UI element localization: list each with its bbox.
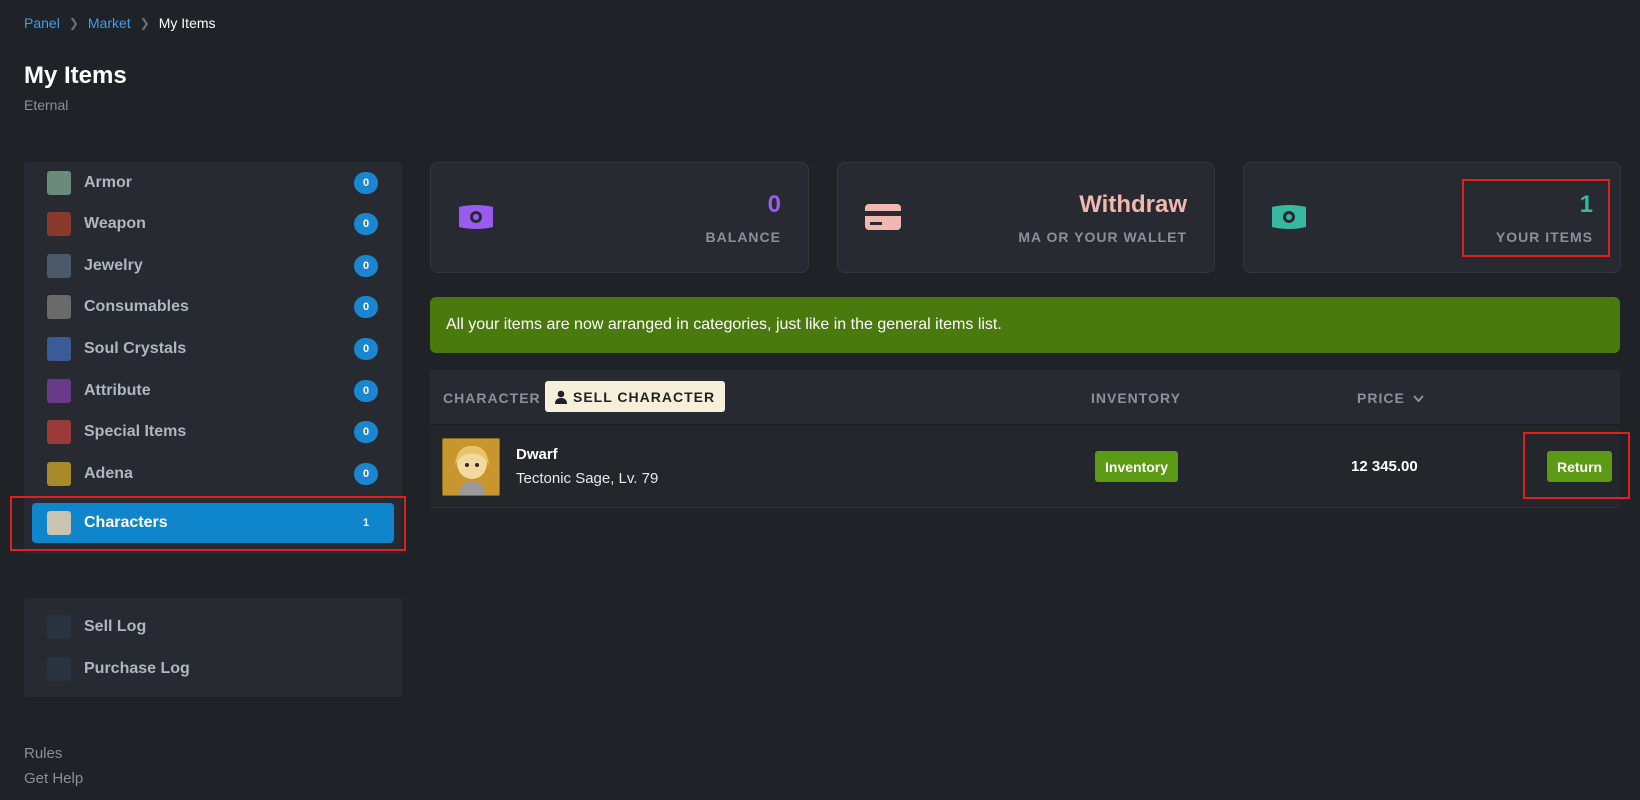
highlight-box: [1523, 432, 1630, 499]
sidebar-item-adena[interactable]: Adena 0: [24, 453, 402, 495]
info-notice: All your items are now arranged in categ…: [430, 297, 1620, 353]
count-badge: 0: [354, 338, 378, 360]
column-price[interactable]: PRICE: [1357, 390, 1424, 406]
consumables-icon: [47, 295, 71, 319]
count-badge: 0: [354, 213, 378, 235]
attribute-icon: [47, 379, 71, 403]
sidebar-item-label: Armor: [84, 174, 133, 191]
sidebar-item-sell-log[interactable]: Sell Log: [24, 606, 402, 648]
sidebar-item-jewelry[interactable]: Jewelry 0: [24, 245, 402, 287]
sidebar-item-weapon[interactable]: Weapon 0: [24, 203, 402, 245]
count-badge: 0: [354, 421, 378, 443]
balance-card: 0 BALANCE: [430, 162, 809, 273]
balance-caption: BALANCE: [705, 229, 781, 245]
sidebar-item-purchase-log[interactable]: Purchase Log: [24, 648, 402, 690]
sell-character-button[interactable]: SELL CHARACTER: [545, 381, 726, 412]
sidebar-item-label: Jewelry: [84, 257, 143, 274]
page-subtitle: Eternal: [24, 97, 69, 113]
sidebar-item-soul-crystals[interactable]: Soul Crystals 0: [24, 328, 402, 370]
highlight-box: [1462, 179, 1610, 257]
character-avatar: [442, 438, 500, 496]
adena-icon: [47, 462, 71, 486]
column-inventory: INVENTORY: [1091, 390, 1181, 406]
count-badge: 0: [354, 172, 378, 194]
column-price-label: PRICE: [1357, 390, 1405, 406]
sidebar-item-consumables[interactable]: Consumables 0: [24, 286, 402, 328]
sidebar-item-armor[interactable]: Armor 0: [24, 162, 402, 204]
breadcrumb-current: My Items: [158, 15, 216, 31]
inventory-button[interactable]: Inventory: [1095, 451, 1179, 482]
armor-icon: [47, 171, 71, 195]
sidebar-item-attribute[interactable]: Attribute 0: [24, 370, 402, 412]
withdraw-caption: MA OR YOUR WALLET: [1018, 229, 1187, 245]
special-items-icon: [47, 420, 71, 444]
sidebar-item-label: Sell Log: [84, 618, 147, 635]
breadcrumb-panel[interactable]: Panel: [24, 15, 60, 31]
chevron-right-icon: ❯: [68, 16, 79, 30]
character-name: Dwarf: [516, 446, 558, 463]
character-class: Tectonic Sage, Lv. 79: [516, 470, 659, 487]
sidebar-item-label: Soul Crystals: [84, 340, 187, 357]
purchase-log-icon: [47, 657, 71, 681]
credit-card-icon: [865, 204, 901, 230]
count-badge: 0: [354, 463, 378, 485]
sidebar-item-special-items[interactable]: Special Items 0: [24, 411, 402, 453]
sidebar-item-label: Adena: [84, 465, 133, 482]
withdraw-card[interactable]: Withdraw MA OR YOUR WALLET: [837, 162, 1215, 273]
jewelry-icon: [47, 254, 71, 278]
balance-value: 0: [767, 191, 781, 218]
log-sidebar: Sell Log Purchase Log: [24, 598, 402, 697]
table-header: CHARACTER SELL CHARACTER INVENTORY PRICE: [430, 370, 1620, 425]
sidebar-item-label: Attribute: [84, 382, 151, 399]
sell-character-label: SELL CHARACTER: [573, 388, 716, 405]
user-icon: [555, 390, 567, 404]
column-character: CHARACTER: [443, 390, 541, 406]
soul-crystal-icon: [47, 337, 71, 361]
breadcrumb: Panel ❯ Market ❯ My Items: [24, 15, 216, 31]
count-badge: 0: [354, 255, 378, 277]
chevron-down-icon: [1412, 395, 1424, 403]
money-icon: [459, 205, 493, 229]
rules-link[interactable]: Rules: [24, 745, 62, 762]
breadcrumb-market[interactable]: Market: [88, 15, 131, 31]
price-value: 12 345.00: [1351, 458, 1418, 475]
sidebar-item-label: Purchase Log: [84, 660, 190, 677]
chevron-right-icon: ❯: [139, 16, 150, 30]
sidebar-item-label: Weapon: [84, 215, 146, 232]
count-badge: 0: [354, 380, 378, 402]
table-row: Dwarf Tectonic Sage, Lv. 79 Inventory 12…: [430, 426, 1620, 508]
sell-log-icon: [47, 615, 71, 639]
highlight-box: [10, 496, 406, 551]
sidebar-item-label: Consumables: [84, 298, 189, 315]
sidebar-item-label: Special Items: [84, 423, 187, 440]
withdraw-value[interactable]: Withdraw: [1079, 191, 1187, 219]
get-help-link[interactable]: Get Help: [24, 770, 83, 787]
weapon-icon: [47, 212, 71, 236]
count-badge: 0: [354, 296, 378, 318]
page-title: My Items: [24, 62, 127, 89]
money-icon: [1272, 205, 1306, 229]
